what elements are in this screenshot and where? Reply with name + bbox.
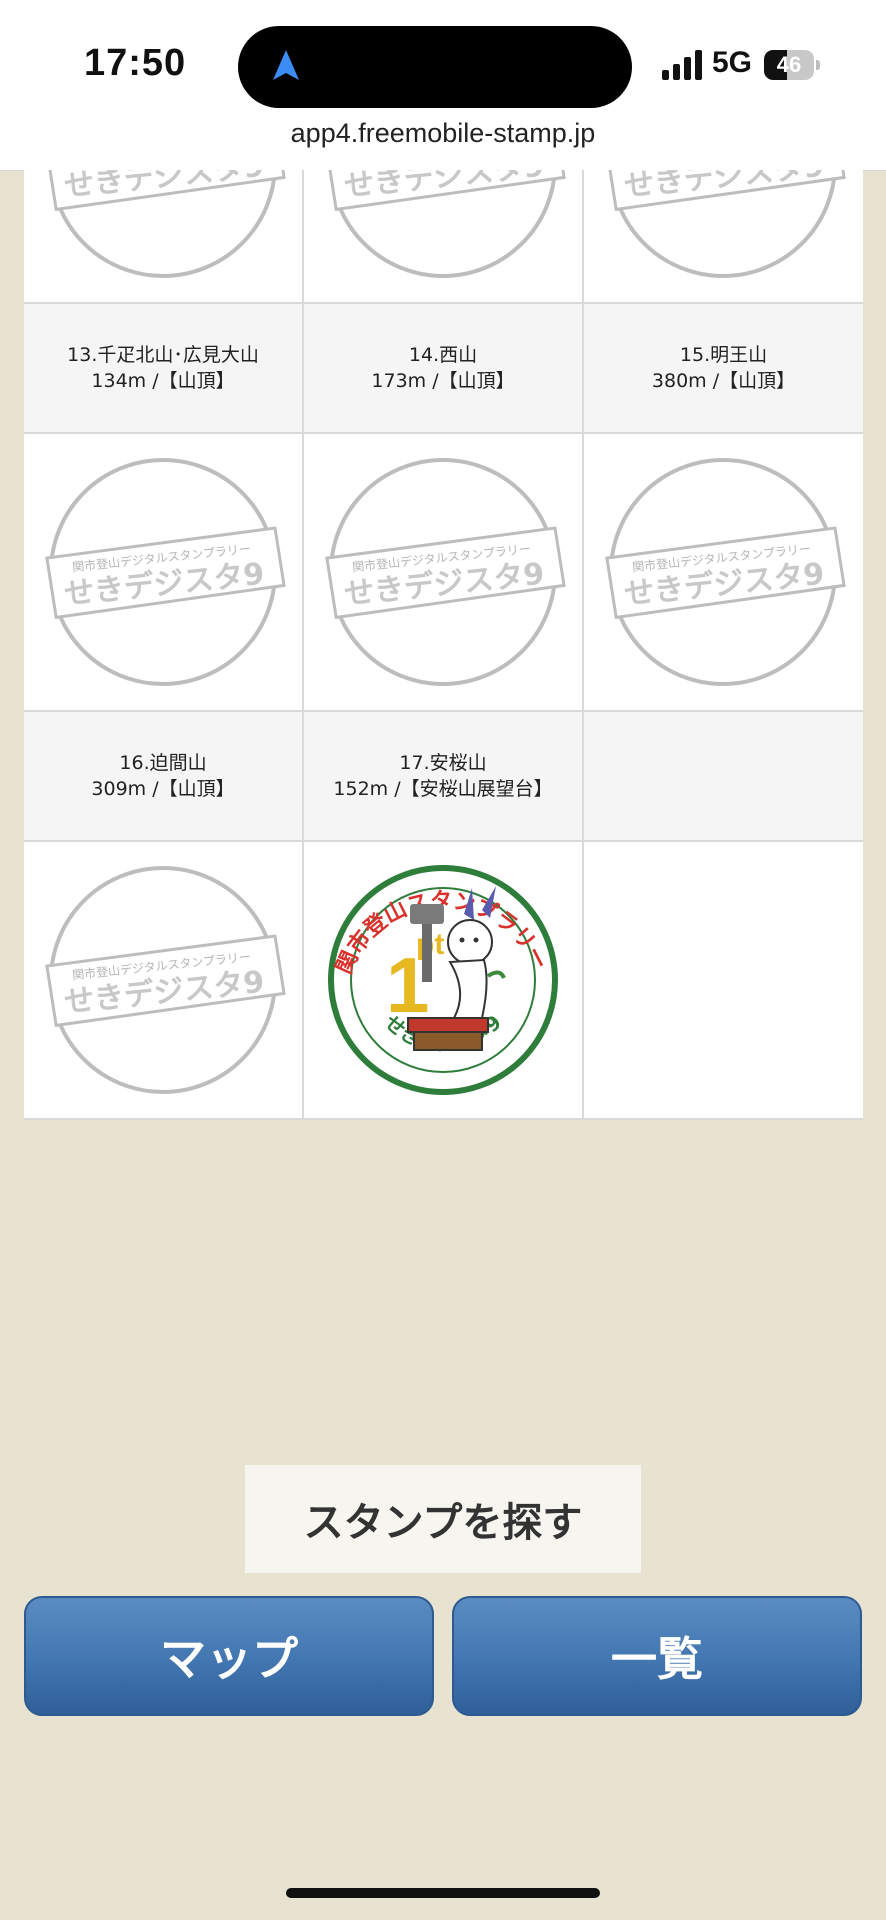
stamp-placeholder-icon: 関市登山デジタルスタンプラリーせきデジスタ9 [325, 458, 566, 686]
stamp-detail: 152m /【安桜山展望台】 [333, 778, 553, 800]
url-bar[interactable]: app4.freemobile-stamp.jp [0, 118, 886, 149]
collected-stamp-icon: 関市登山スタンプラリーせきデジスタ91pt [328, 865, 558, 1095]
stamp-detail: 134m /【山頂】 [91, 370, 235, 392]
stamp-label-cell[interactable]: 17.安桜山 152m /【安桜山展望台】 [304, 712, 582, 840]
stamp-detail: 380m /【山頂】 [651, 370, 796, 392]
stamp-name: 15.明王山 [679, 344, 768, 366]
stamp-placeholder-title: せきデジスタ9 [63, 170, 266, 204]
stamp-image-cell[interactable]: 関市登山デジタルスタンプラリーせきデジスタ9 [24, 170, 302, 302]
stamp-placeholder-icon: 関市登山デジタルスタンプラリーせきデジスタ9 [45, 170, 286, 278]
stamp-placeholder-icon: 関市登山デジタルスタンプラリーせきデジスタ9 [605, 458, 846, 686]
stamp-placeholder-title: せきデジスタ9 [623, 170, 826, 204]
map-button[interactable]: マップ [24, 1596, 434, 1716]
stamp-image-cell[interactable]: 関市登山スタンプラリーせきデジスタ91pt [304, 842, 582, 1118]
stamp-placeholder-title: せきデジスタ9 [343, 170, 546, 204]
stamp-detail: 309m /【山頂】 [91, 778, 235, 800]
browser-header: 17:50 5G 46 app4.freemobile-stamp.jp [0, 0, 886, 171]
stamp-name: 14.西山 [408, 344, 478, 366]
search-stamp-button[interactable]: スタンプを探す [245, 1465, 641, 1573]
stamp-image-cell[interactable]: 関市登山デジタルスタンプラリーせきデジスタ9 [24, 842, 302, 1118]
battery-percent: 46 [776, 52, 802, 77]
stamp-label-cell[interactable]: 15.明王山 380m /【山頂】 [584, 304, 863, 432]
battery-icon: 46 [764, 50, 822, 80]
stamp-name: 16.迫間山 [119, 752, 207, 774]
stamp-placeholder-icon: 関市登山デジタルスタンプラリーせきデジスタ9 [45, 458, 286, 686]
stamp-placeholder-icon: 関市登山デジタルスタンプラリーせきデジスタ9 [45, 866, 286, 1094]
stamp-name: 13.千疋北山･広見大山 [67, 344, 259, 366]
home-indicator[interactable] [286, 1888, 600, 1898]
empty-stamp-cell [584, 842, 863, 1118]
stamp-placeholder-icon: 関市登山デジタルスタンプラリーせきデジスタ9 [605, 170, 846, 278]
network-label: 5G [712, 46, 753, 79]
stamp-label-cell[interactable]: 13.千疋北山･広見大山 134m /【山頂】 [24, 304, 302, 432]
location-arrow-icon [273, 50, 299, 80]
stamp-image-cell[interactable]: 関市登山デジタルスタンプラリーせきデジスタ9 [304, 434, 582, 710]
dynamic-island [238, 26, 632, 108]
cellular-signal-icon [662, 50, 702, 80]
stamp-grid: 関市登山デジタルスタンプラリーせきデジスタ9関市登山デジタルスタンプラリーせきデ… [24, 170, 863, 1120]
stamp-label-cell[interactable]: 16.迫間山 309m /【山頂】 [24, 712, 302, 840]
stamp-detail: 173m /【山頂】 [371, 370, 515, 392]
stamp-image-cell[interactable]: 関市登山デジタルスタンプラリーせきデジスタ9 [584, 170, 863, 302]
stamp-image-cell[interactable]: 関市登山デジタルスタンプラリーせきデジスタ9 [304, 170, 582, 302]
status-time: 17:50 [84, 42, 187, 84]
stamp-image-cell[interactable]: 関市登山デジタルスタンプラリーせきデジスタ9 [24, 434, 302, 710]
empty-label-cell [584, 712, 863, 840]
stamp-label-cell[interactable]: 14.西山 173m /【山頂】 [304, 304, 582, 432]
stamp-placeholder-icon: 関市登山デジタルスタンプラリーせきデジスタ9 [325, 170, 566, 278]
stamp-image-cell[interactable]: 関市登山デジタルスタンプラリーせきデジスタ9 [584, 434, 863, 710]
stamp-name: 17.安桜山 [399, 752, 487, 774]
list-button[interactable]: 一覧 [452, 1596, 862, 1716]
